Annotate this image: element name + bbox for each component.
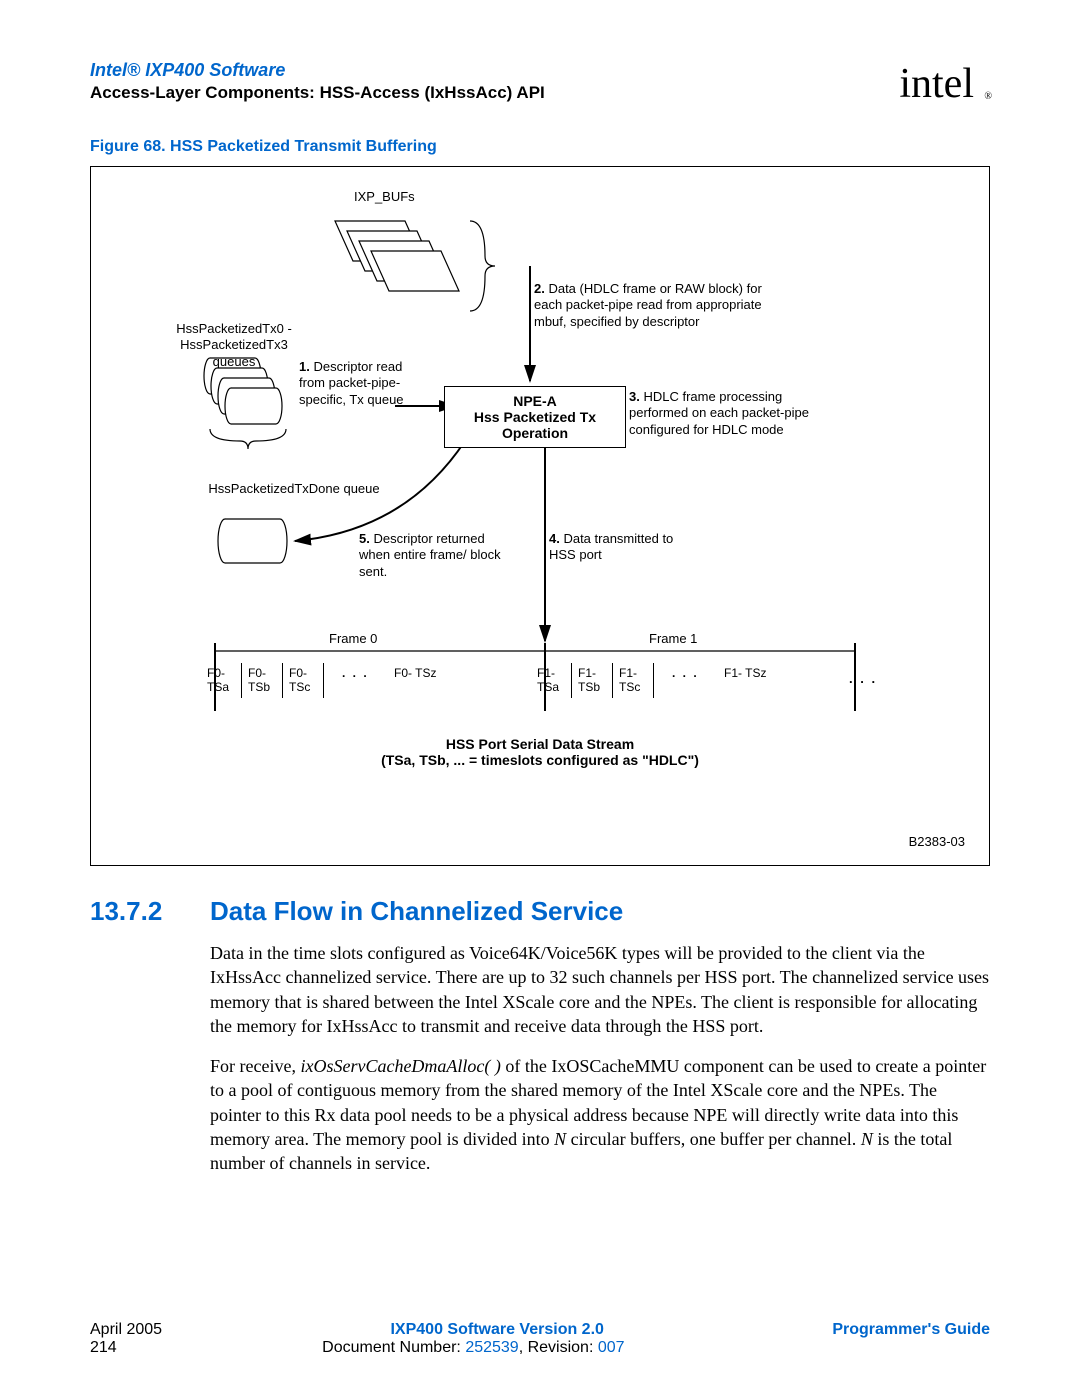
ts-f1a: F1- TSa [531, 663, 572, 698]
footer: April 2005 IXP400 Software Version 2.0 P… [90, 1321, 990, 1357]
figure-id: B2383-03 [909, 834, 965, 849]
stream-line2: (TSa, TSb, ... = timeslots configured as… [109, 752, 971, 768]
ts-f0c: F0- TSc [283, 663, 324, 698]
ts-f0b: F0- TSb [242, 663, 283, 698]
timeslot-row: F0- TSa F0- TSb F0- TSc . . . F0- TSz [201, 663, 442, 698]
frame0-label: Frame 0 [329, 631, 377, 647]
ts-f1c: F1- TSc [613, 663, 654, 698]
trailing-dots: . . . [849, 671, 877, 687]
step2-num: 2. [534, 281, 545, 296]
step1: 1. Descriptor read from packet-pipe-spec… [299, 359, 419, 408]
footer-version: IXP400 Software Version 2.0 [162, 1321, 832, 1339]
rev-label: , Revision: [519, 1339, 598, 1356]
header: Intel® IXP400 Software Access-Layer Comp… [90, 60, 990, 108]
timeslot-row2: F1- TSa F1- TSb F1- TSc . . . F1- TSz [531, 663, 772, 698]
frame1-label: Frame 1 [649, 631, 697, 647]
doc-subtitle: Access-Layer Components: HSS-Access (IxH… [90, 83, 899, 103]
stream-caption: HSS Port Serial Data Stream (TSa, TSb, .… [109, 736, 971, 768]
paragraph-2: For receive, ixOsServCacheDmaAlloc( ) of… [210, 1054, 990, 1175]
figure-caption: Figure 68. HSS Packetized Transmit Buffe… [90, 138, 990, 156]
step1-text: Descriptor read from packet-pipe-specifi… [299, 359, 404, 407]
footer-docnum: Document Number: 252539, Revision: 007 [117, 1339, 830, 1357]
npe-line2: Hss Packetized Tx [455, 409, 615, 425]
step5-num: 5. [359, 531, 370, 546]
ts-f0z: F0- TSz [388, 663, 442, 698]
stream-line1: HSS Port Serial Data Stream [109, 736, 971, 752]
ts-f0a: F0- TSa [201, 663, 242, 698]
section-number: 13.7.2 [90, 896, 210, 927]
step2-text: Data (HDLC frame or RAW block) for each … [534, 281, 762, 329]
p2-c: circular buffers, one buffer per channel… [566, 1129, 861, 1149]
p2-a: For receive, [210, 1056, 300, 1076]
docnum: 252539 [465, 1339, 518, 1356]
intel-logo: intel ® [899, 60, 990, 108]
footer-guide: Programmer's Guide [832, 1321, 990, 1339]
logo-text: intel [899, 61, 974, 107]
doc-title: Intel® IXP400 Software [90, 60, 899, 81]
npe-line3: Operation [455, 425, 615, 441]
p2-func: ixOsServCacheDmaAlloc( ) [300, 1056, 500, 1076]
footer-date: April 2005 [90, 1321, 162, 1339]
docnum-label: Document Number: [322, 1339, 465, 1356]
npe-box: NPE-A Hss Packetized Tx Operation [444, 386, 626, 448]
step5: 5. Descriptor returned when entire frame… [359, 531, 519, 580]
step4: 4. Data transmitted to HSS port [549, 531, 689, 564]
footer-page: 214 [90, 1339, 117, 1357]
step4-text: Data transmitted to HSS port [549, 531, 673, 562]
ts-dots: . . . [324, 663, 388, 698]
registered-mark: ® [984, 91, 992, 102]
header-text: Intel® IXP400 Software Access-Layer Comp… [90, 60, 899, 103]
step1-num: 1. [299, 359, 310, 374]
diagram: IXP_BUFs HssPacketizedTx0 - HssPacketize… [109, 181, 971, 851]
figure-box: IXP_BUFs HssPacketizedTx0 - HssPacketize… [90, 166, 990, 866]
step5-text: Descriptor returned when entire frame/ b… [359, 531, 501, 579]
step4-num: 4. [549, 531, 560, 546]
ts-f1z: F1- TSz [718, 663, 772, 698]
step3: 3. HDLC frame processing performed on ea… [629, 389, 829, 438]
step3-num: 3. [629, 389, 640, 404]
p2-n2: N [861, 1129, 873, 1149]
p2-n1: N [554, 1129, 566, 1149]
step2: 2. Data (HDLC frame or RAW block) for ea… [534, 281, 764, 330]
paragraph-1: Data in the time slots configured as Voi… [210, 941, 990, 1038]
rev: 007 [598, 1339, 625, 1356]
section-title: Data Flow in Channelized Service [210, 896, 623, 927]
ixpbufs-label: IXP_BUFs [354, 189, 415, 205]
npe-line1: NPE-A [455, 393, 615, 409]
ts-dots2: . . . [654, 663, 718, 698]
ts-f1b: F1- TSb [572, 663, 613, 698]
step3-text: HDLC frame processing performed on each … [629, 389, 809, 437]
page: Intel® IXP400 Software Access-Layer Comp… [0, 0, 1080, 1397]
queues-label: HssPacketizedTx0 - HssPacketizedTx3 queu… [164, 321, 304, 370]
txdone-label: HssPacketizedTxDone queue [204, 481, 384, 497]
section-heading: 13.7.2 Data Flow in Channelized Service [90, 896, 990, 927]
